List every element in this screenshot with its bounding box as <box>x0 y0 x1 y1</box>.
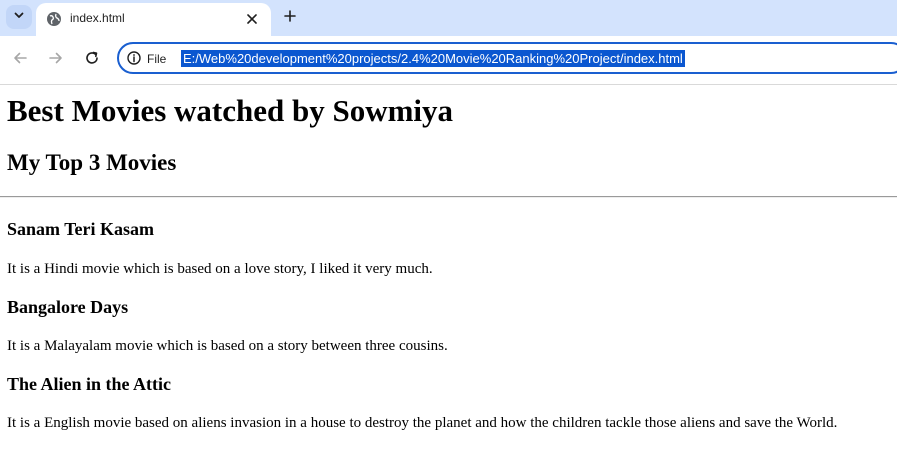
url-text[interactable]: E:/Web%20development%20projects/2.4%20Mo… <box>181 50 685 67</box>
page-title: Best Movies watched by Sowmiya <box>7 93 454 128</box>
divider <box>0 196 897 198</box>
site-info-button[interactable]: File <box>127 49 166 69</box>
address-bar[interactable]: File E:/Web%20development%20projects/2.4… <box>117 42 897 74</box>
tab-search-button[interactable] <box>6 5 32 29</box>
reload-icon <box>84 50 100 71</box>
movie-description: It is a English movie based on aliens in… <box>7 415 838 431</box>
reload-button[interactable] <box>82 50 102 70</box>
info-icon <box>127 50 141 68</box>
arrow-right-icon <box>48 50 64 71</box>
close-icon[interactable] <box>243 10 261 28</box>
back-button[interactable] <box>10 50 30 70</box>
movie-title: Sanam Teri Kasam <box>7 219 155 239</box>
arrow-left-icon <box>12 50 28 71</box>
plus-icon <box>284 9 296 27</box>
movie-title: Bangalore Days <box>7 297 129 317</box>
page-subtitle: My Top 3 Movies <box>7 150 177 175</box>
page-content: Best Movies watched by Sowmiya My Top 3 … <box>0 85 897 456</box>
new-tab-button[interactable] <box>279 7 301 29</box>
browser-toolbar: File E:/Web%20development%20projects/2.4… <box>0 36 897 85</box>
tab-index-html[interactable]: index.html <box>36 3 271 36</box>
tab-title: index.html <box>70 11 125 25</box>
movie-description: It is a Malayalam movie which is based o… <box>7 338 448 354</box>
globe-icon <box>46 11 62 27</box>
tab-strip: index.html <box>0 0 897 36</box>
forward-button[interactable] <box>46 50 66 70</box>
site-info-label: File <box>147 52 167 66</box>
movie-title: The Alien in the Attic <box>7 374 172 394</box>
movie-description: It is a Hindi movie which is based on a … <box>7 261 433 277</box>
chevron-down-icon <box>13 8 25 26</box>
